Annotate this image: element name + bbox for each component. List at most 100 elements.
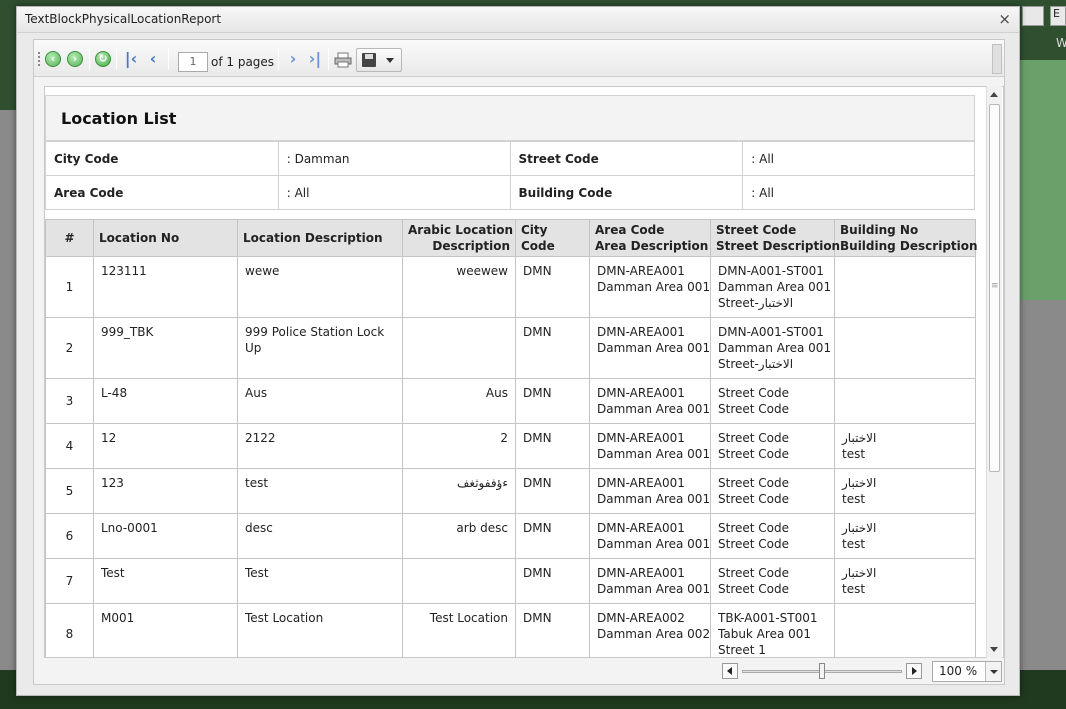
window-titlebar[interactable]: TextBlockPhysicalLocationReport × — [17, 7, 1019, 33]
first-page-icon: |‹ — [124, 49, 138, 68]
forward-icon: › — [67, 51, 83, 67]
area-cell: DMN-AREA001 Damman Area 001 — [589, 256, 711, 318]
background-text: W — [1056, 36, 1066, 50]
toolbar-scroller[interactable] — [992, 44, 1002, 74]
street-cell: Street Code Street Code — [710, 513, 835, 559]
export-button[interactable] — [356, 48, 402, 72]
cell-line: DMN-AREA001 — [597, 264, 685, 278]
arabic-description-cell: arb desc — [402, 513, 516, 559]
cell-line: DMN-AREA001 — [597, 566, 685, 580]
page-number-input[interactable]: 1 — [178, 52, 208, 72]
cell-line: DMN-A001-ST001 — [718, 325, 824, 339]
table-row: 4 12 2122 2 DMN DMN-AREA001 Damman Area 001 Str… — [45, 423, 976, 469]
row-number: 4 — [45, 423, 94, 469]
street-cell: Street Code Street Code — [710, 423, 835, 469]
building-cell — [834, 256, 976, 318]
report-page: Location List City Code : Damman Street … — [44, 86, 1004, 658]
column-header-location-no: Location No — [93, 219, 238, 257]
table-row: 3 L-48 Aus Aus DMN DMN-AREA001 Damman Area 001… — [45, 378, 976, 424]
previous-page-button[interactable]: ‹ — [144, 50, 162, 68]
scroll-up-icon[interactable] — [990, 92, 998, 97]
back-button[interactable]: ‹ — [44, 50, 62, 68]
forward-button[interactable]: › — [66, 50, 84, 68]
location-description-cell: Test Location — [237, 603, 403, 657]
cell-line: Damman Area 001 — [718, 341, 832, 355]
area-cell: DMN-AREA001 Damman Area 001 — [589, 558, 711, 604]
scroll-down-icon[interactable] — [990, 647, 998, 652]
background-select[interactable] — [1022, 6, 1044, 26]
location-table: # Location No Location Description Arabi… — [45, 219, 978, 657]
cell-line: Street-الاختبار — [718, 357, 794, 371]
cell-line: Damman Area 001 — [597, 492, 711, 506]
scrollbar-thumb[interactable] — [989, 104, 1000, 472]
cell-line: Street-الاختبار — [718, 296, 794, 310]
street-cell: TBK-A001-ST001 Tabuk Area 001 Street 1 — [710, 603, 835, 657]
street-cell: DMN-A001-ST001 Damman Area 001 Street-الاخ… — [710, 256, 835, 318]
next-page-button[interactable]: › — [284, 50, 302, 68]
zoom-slider[interactable] — [722, 663, 922, 681]
cell-line: test — [842, 447, 866, 461]
cell-line: الاختبار — [842, 476, 877, 490]
cell-line: Damman Area 001 — [597, 341, 711, 355]
first-page-button[interactable]: |‹ — [122, 50, 140, 68]
filter-row: City Code : Damman Street Code : All — [45, 141, 975, 176]
cell-line: Damman Area 001 — [597, 537, 711, 551]
cell-line: test — [842, 582, 866, 596]
save-icon — [362, 53, 376, 67]
area-cell: DMN-AREA001 Damman Area 001 — [589, 423, 711, 469]
arabic-description-cell: weewew — [402, 256, 516, 318]
cell-line: TBK-A001-ST001 — [718, 611, 818, 625]
cell-line: Street Code — [718, 431, 789, 445]
zoom-slider-handle[interactable] — [819, 663, 825, 679]
city-code-cell: DMN — [515, 603, 590, 657]
cell-line: Street 1 — [718, 643, 766, 657]
column-header-arabic-description: Arabic Location Description — [402, 219, 516, 257]
close-icon[interactable]: × — [998, 10, 1011, 28]
row-number: 2 — [45, 317, 94, 379]
chevron-down-icon — [386, 58, 394, 63]
location-description-cell: Test — [237, 558, 403, 604]
cell-line: DMN-A001-ST001 — [718, 264, 824, 278]
building-cell: الاختبار test — [834, 558, 976, 604]
row-number: 1 — [45, 256, 94, 318]
row-number: 8 — [45, 603, 94, 657]
cell-line: Tabuk Area 001 — [718, 627, 812, 641]
cell-line: DMN-AREA002 — [597, 611, 685, 625]
toolbar-separator — [116, 48, 117, 70]
column-header-city-code: City Code — [515, 219, 590, 257]
cell-line: DMN-AREA001 — [597, 521, 685, 535]
arabic-description-cell: 2 — [402, 423, 516, 469]
last-page-icon: ›| — [308, 49, 322, 68]
last-page-button[interactable]: ›| — [306, 50, 324, 68]
city-code-cell: DMN — [515, 468, 590, 514]
filter-label: City Code — [45, 141, 279, 176]
location-no-cell: Test — [93, 558, 238, 604]
zoom-level-select[interactable]: 100 % — [932, 661, 1002, 682]
building-cell: الاختبار test — [834, 513, 976, 559]
location-no-cell: 123 — [93, 468, 238, 514]
background-select-2[interactable]: E — [1050, 6, 1066, 26]
cell-line: test — [842, 492, 866, 506]
refresh-button[interactable]: ↻ — [94, 50, 112, 68]
zoom-in-icon[interactable] — [906, 663, 922, 679]
city-code-cell: DMN — [515, 558, 590, 604]
table-row: 1 123111 wewe weewew DMN DMN-AREA001 Damman Ar… — [45, 256, 976, 318]
table-row: 8 M001 Test Location Test Location DMN DMN-AR… — [45, 603, 976, 657]
chevron-down-icon[interactable] — [985, 662, 1001, 681]
zoom-out-icon[interactable] — [722, 663, 738, 679]
cell-line: DMN-AREA001 — [597, 431, 685, 445]
report-viewer: ‹ › ↻ |‹ ‹ 1 of 1 pages › ›| Location Li… — [33, 39, 1005, 685]
column-header-area: Area Code Area Description — [589, 219, 711, 257]
toolbar-grip-icon[interactable] — [38, 52, 40, 66]
location-no-cell: M001 — [93, 603, 238, 657]
area-cell: DMN-AREA002 Damman Area 002 — [589, 603, 711, 657]
vertical-scrollbar[interactable] — [986, 86, 1002, 658]
cell-line: Street Code — [718, 386, 789, 400]
report-content: Location List City Code : Damman Street … — [45, 95, 978, 657]
table-row: 7 Test Test DMN DMN-AREA001 Damman Area 001 St… — [45, 558, 976, 604]
print-icon[interactable] — [334, 52, 352, 68]
cell-line: Damman Area 001 — [597, 402, 711, 416]
city-code-cell: DMN — [515, 378, 590, 424]
cell-line: Damman Area 001 — [597, 447, 711, 461]
cell-line: Damman Area 001 — [597, 582, 711, 596]
